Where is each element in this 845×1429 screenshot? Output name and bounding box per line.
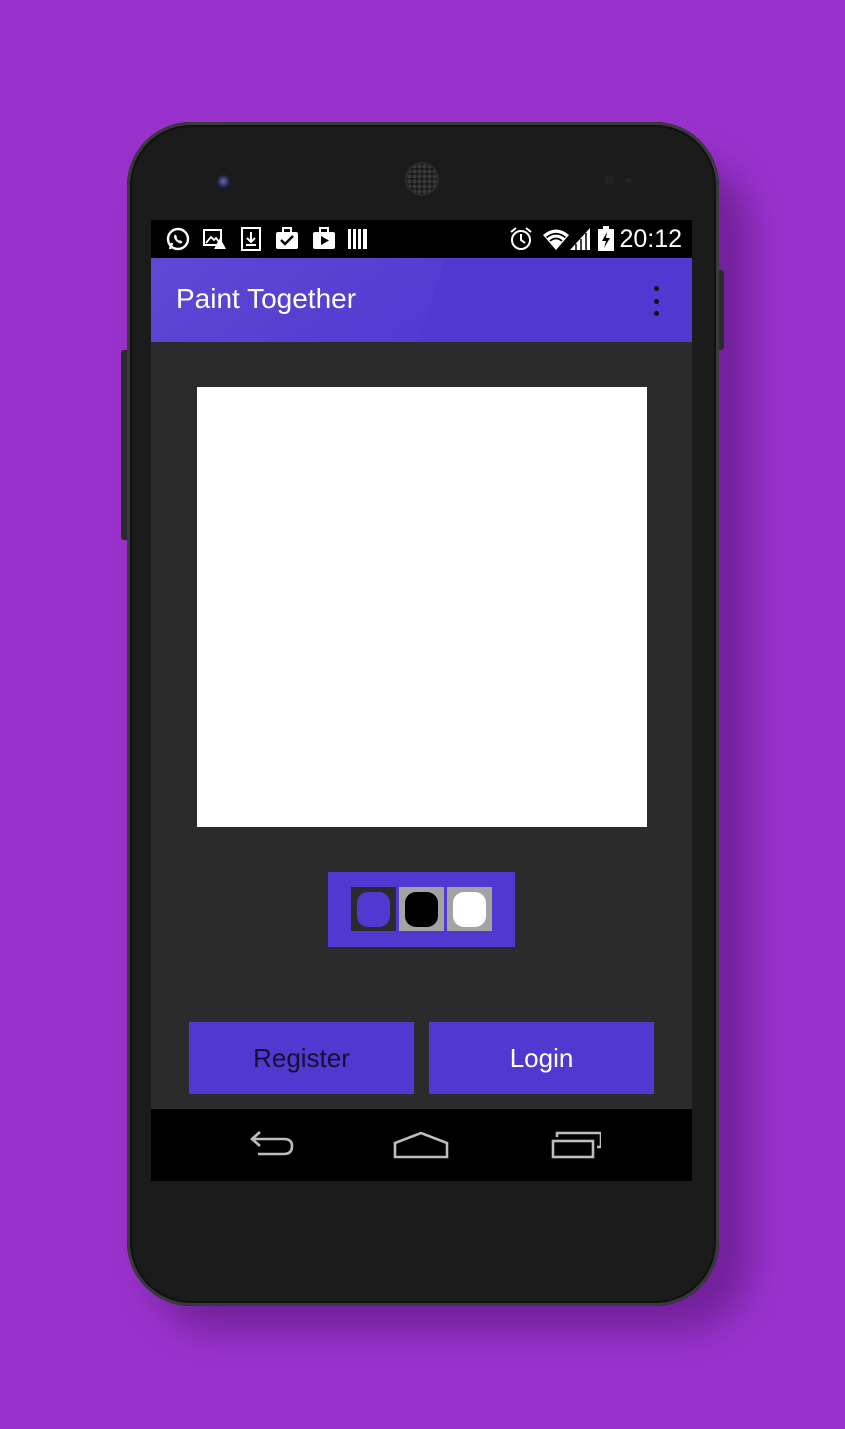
menu-dot xyxy=(653,298,659,304)
phone-screen: 20:12 Paint Together Register Login xyxy=(151,220,692,1181)
barcode-icon xyxy=(347,228,369,250)
wifi-icon xyxy=(541,228,571,250)
swatch-dot xyxy=(357,891,390,927)
whatsapp-icon xyxy=(165,227,191,251)
swatch-dot xyxy=(453,891,486,927)
color-swatch-black[interactable] xyxy=(399,887,444,931)
image-warning-icon xyxy=(203,228,227,250)
status-time: 20:12 xyxy=(619,225,682,253)
login-button[interactable]: Login xyxy=(429,1022,654,1094)
drawing-canvas[interactable] xyxy=(197,387,647,827)
color-swatch-white[interactable] xyxy=(447,887,492,931)
recents-icon[interactable] xyxy=(536,1127,606,1163)
light-sensor xyxy=(626,178,631,183)
color-swatch-purple[interactable] xyxy=(351,887,396,931)
register-button[interactable]: Register xyxy=(189,1022,414,1094)
menu-dot xyxy=(653,311,659,316)
overflow-menu-icon[interactable] xyxy=(644,286,668,316)
app-title: Paint Together xyxy=(176,283,357,314)
menu-dot xyxy=(653,286,659,291)
proximity-sensor xyxy=(604,175,614,185)
earpiece-speaker xyxy=(407,164,437,194)
home-icon[interactable] xyxy=(386,1127,456,1163)
main-content: Register Login xyxy=(151,342,692,1109)
alarm-icon xyxy=(508,227,534,250)
briefcase-check-icon xyxy=(274,227,300,250)
app-bar: Paint Together xyxy=(151,258,692,342)
back-icon[interactable] xyxy=(236,1127,306,1163)
signal-icon xyxy=(569,228,591,250)
status-bar: 20:12 xyxy=(151,220,692,258)
play-store-icon xyxy=(311,227,337,250)
download-icon xyxy=(241,227,261,251)
battery-charging-icon xyxy=(597,226,615,251)
front-camera xyxy=(217,175,231,189)
color-palette xyxy=(328,872,515,947)
navigation-bar xyxy=(151,1109,692,1181)
swatch-dot xyxy=(405,891,438,927)
